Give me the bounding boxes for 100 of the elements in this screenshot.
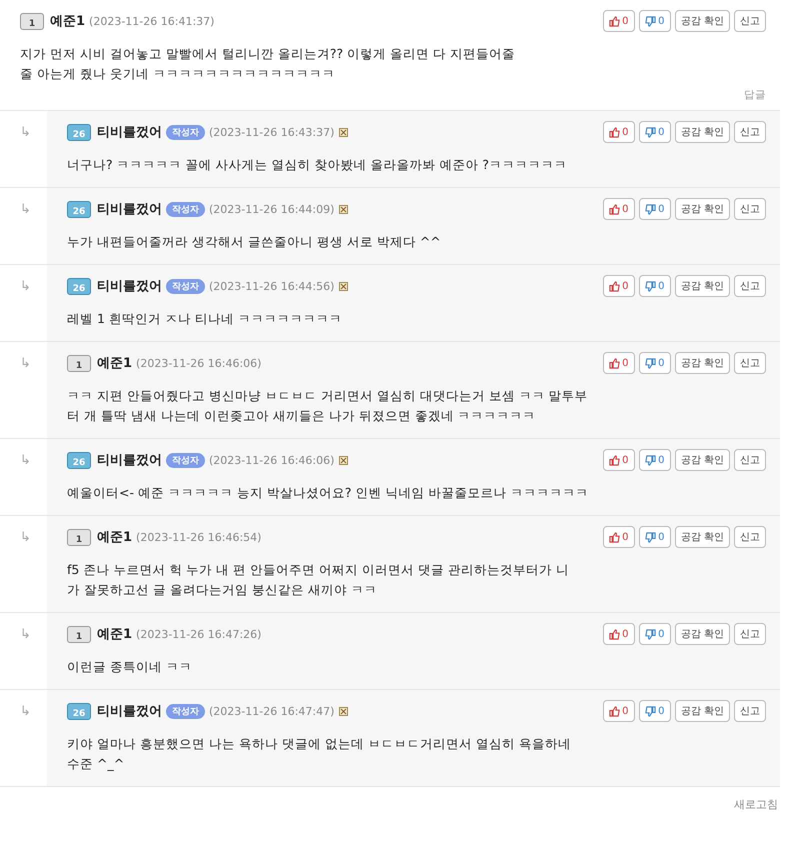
empathy-button[interactable]: 공감 확인 [674, 352, 730, 374]
comment-text: 레벨 1 흰딱인거 ㅈ나 티나네 ㅋㅋㅋㅋㅋㅋㅋㅋ [67, 310, 343, 328]
timestamp: (2023-11-26 16:41:37) [89, 14, 214, 28]
comment-text: 누가 내편들어줄꺼라 생각해서 글쓴줄아니 평생 서로 박제다 ^^ [67, 233, 442, 251]
reply-arrow: ↳ [20, 124, 32, 142]
reply-arrow: ↳ [20, 626, 32, 644]
report-button[interactable]: 신고 [734, 198, 766, 220]
dislike-button[interactable]: 0 [638, 623, 671, 645]
author-name[interactable]: 티비를껐어 [97, 200, 162, 218]
thumbs-up-icon [609, 204, 620, 214]
author-name[interactable]: 예준1 [97, 354, 132, 372]
author-tag: 작성자 [166, 704, 205, 718]
author-name[interactable]: 티비를껐어 [97, 123, 162, 141]
x-box-icon[interactable] [339, 128, 348, 136]
like-button[interactable]: 0 [602, 275, 635, 297]
thumbs-up-icon [609, 706, 620, 716]
empathy-button[interactable]: 공감 확인 [674, 275, 730, 297]
empathy-button[interactable]: 공감 확인 [674, 449, 730, 471]
x-box-icon[interactable] [339, 456, 348, 464]
dislike-button[interactable]: 0 [638, 275, 671, 297]
timestamp: (2023-11-26 16:47:26) [136, 628, 262, 640]
level-icon: 1 [67, 626, 91, 642]
report-button[interactable]: 신고 [734, 275, 766, 297]
report-button[interactable]: 신고 [734, 700, 766, 722]
comment-text: 키야 얼마나 흥분했으면 나는 욕하나 댓글에 없는데 ㅂㄷㅂㄷ거리면서 열심히 욕을하네 수준 ^_^ [67, 735, 572, 773]
dislike-button[interactable]: 0 [638, 700, 671, 722]
x-box-icon[interactable] [339, 282, 348, 290]
comment-text: 지가 먼저 시비 걸어놓고 말빨에서 털리니깐 올리는겨?? 이렇게 올리면 다 지편들어줄 줄 아는게 줬나 웃기네 ㅋㅋㅋㅋㅋㅋㅋㅋㅋㅋㅋㅋㅋㅋ [20, 45, 516, 83]
timestamp: (2023-11-26 16:44:56) [209, 280, 334, 292]
dislike-button[interactable]: 0 [638, 10, 671, 32]
thumbs-up-icon [609, 628, 620, 640]
author-tag: 작성자 [166, 452, 205, 468]
thumbs-up-icon [609, 16, 620, 26]
reply-arrow: ↳ [20, 529, 32, 547]
reply-arrow: ↳ [20, 355, 32, 373]
timestamp: (2023-11-26 16:43:37) [209, 126, 334, 138]
like-button[interactable]: 0 [602, 623, 635, 645]
level-icon: 26 [67, 278, 91, 294]
thumbs-down-icon [645, 454, 656, 466]
author-name[interactable]: 예준1 [50, 12, 86, 30]
author-name[interactable]: 예준1 [97, 625, 132, 643]
report-button[interactable]: 신고 [734, 10, 766, 32]
thumbs-down-icon [645, 532, 656, 542]
author-name[interactable]: 티비를껐어 [97, 451, 162, 469]
x-box-icon[interactable] [339, 204, 348, 214]
like-button[interactable]: 0 [602, 449, 635, 471]
empathy-button[interactable]: 공감 확인 [674, 526, 730, 548]
author-name[interactable]: 예준1 [97, 528, 132, 546]
comment-text: 이런글 종특이네 ㅋㅋ [67, 658, 193, 676]
reply-arrow: ↳ [20, 278, 32, 296]
like-button[interactable]: 0 [602, 700, 635, 722]
report-button[interactable]: 신고 [734, 121, 766, 143]
thumbs-down-icon [645, 706, 656, 716]
comment-text: 예울이터<- 예준 ㅋㅋㅋㅋㅋ 능지 박살나셨어요? 인벤 닉네임 바꿀줄모르나 ㅋㅋㅋㅋㅋㅋ [67, 484, 590, 502]
dislike-button[interactable]: 0 [638, 352, 671, 374]
thumbs-down-icon [645, 126, 656, 138]
author-name[interactable]: 티비를껐어 [97, 702, 162, 720]
comment-text: f5 존나 누르면서 헉 누가 내 편 안들어주면 어쩌지 이러면서 댓글 관리하는것부터가 니 가 잘못하고선 글 올려다는거임 붕신같은 새끼야 ㅋㅋ [67, 561, 570, 599]
like-button[interactable]: 0 [602, 10, 635, 32]
like-button[interactable]: 0 [602, 526, 635, 548]
timestamp: (2023-11-26 16:46:54) [136, 530, 262, 544]
thumbs-down-icon [645, 204, 656, 214]
empathy-button[interactable]: 공감 확인 [674, 198, 730, 220]
level-icon: 1 [67, 528, 91, 546]
timestamp: (2023-11-26 16:46:06) [209, 454, 334, 466]
comment-text: 너구나? ㅋㅋㅋㅋㅋ 꼴에 사사게는 열심히 찾아봤네 올라올까봐 예준아 ?ㅋㅋㅋㅋㅋㅋ [67, 156, 568, 174]
dislike-button[interactable]: 0 [638, 121, 671, 143]
report-button[interactable]: 신고 [734, 526, 766, 548]
author-tag: 작성자 [166, 278, 205, 294]
empathy-button[interactable]: 공감 확인 [674, 10, 730, 32]
thumbs-down-icon [645, 16, 656, 26]
empathy-button[interactable]: 공감 확인 [674, 121, 730, 143]
thumbs-up-icon [609, 454, 620, 466]
like-button[interactable]: 0 [602, 121, 635, 143]
like-button[interactable]: 0 [602, 198, 635, 220]
level-icon: 26 [67, 702, 91, 720]
empathy-button[interactable]: 공감 확인 [674, 700, 730, 722]
thumbs-up-icon [609, 126, 620, 138]
thumbs-up-icon [609, 358, 620, 368]
thumbs-up-icon [609, 280, 620, 292]
reply-arrow: ↳ [20, 201, 32, 219]
level-icon: 26 [67, 124, 91, 140]
level-icon: 26 [67, 200, 91, 218]
report-button[interactable]: 신고 [734, 449, 766, 471]
report-button[interactable]: 신고 [734, 623, 766, 645]
empathy-button[interactable]: 공감 확인 [674, 623, 730, 645]
report-button[interactable]: 신고 [734, 352, 766, 374]
x-box-icon[interactable] [339, 706, 348, 716]
dislike-button[interactable]: 0 [638, 198, 671, 220]
reply-arrow: ↳ [20, 452, 32, 470]
like-button[interactable]: 0 [602, 352, 635, 374]
reply-arrow: ↳ [20, 703, 32, 721]
dislike-button[interactable]: 0 [638, 526, 671, 548]
level-icon: 1 [20, 12, 44, 30]
dislike-button[interactable]: 0 [638, 449, 671, 471]
author-name[interactable]: 티비를껐어 [97, 277, 162, 295]
thumbs-down-icon [645, 628, 656, 640]
timestamp: (2023-11-26 16:47:47) [209, 704, 334, 718]
refresh-link[interactable]: 새로고침 [734, 797, 778, 812]
comment-text: ㅋㅋ 지편 안들어줬다고 병신마냥 ㅂㄷㅂㄷ 거리면서 열심히 대댓다는거 보셈 ㅋㅋ 말투부 터 개 틀딱 냄새 나는데 이런좆고아 새끼들은 나가 뒤졌으면 좋겠네 ㅋㅋㅋㅋㅋㅋ [67, 387, 589, 425]
